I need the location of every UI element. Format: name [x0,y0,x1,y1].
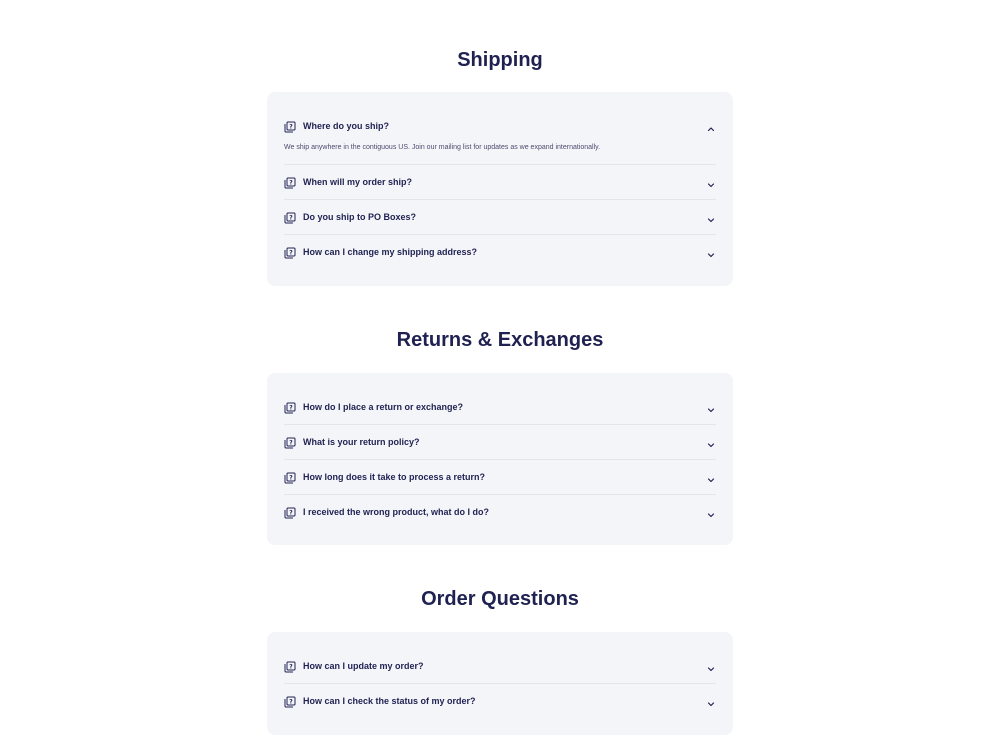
faq-question: When will my order ship? [303,177,413,187]
chevron-down-icon [706,696,716,707]
faq-answer: We ship anywhere in the contiguous US. J… [284,144,601,151]
faq-question: What is your return policy? [303,437,420,447]
svg-text:?: ? [289,249,293,256]
svg-text:?: ? [289,663,293,670]
question-cards-icon: ? [284,176,296,189]
faq-card: ? How do I place a return or exchange? ?… [267,373,733,545]
faq-item: ? How can I check the status of my order… [284,683,716,718]
question-cards-icon: ? [284,211,296,224]
svg-text:?: ? [289,509,293,516]
chevron-down-icon [706,472,716,483]
faq-item: ? How long does it take to process a ret… [284,459,716,494]
question-cards-icon: ? [284,436,296,449]
faq-item: ? Where do you ship? We ship anywhere in… [284,109,716,164]
chevron-down-icon [706,402,716,413]
faq-question: How can I update my order? [303,661,424,671]
section-title: Returns & Exchanges [396,329,604,351]
chevron-down-icon [706,212,716,223]
faq-card: ? Where do you ship? We ship anywhere in… [267,92,733,286]
faq-question-toggle[interactable]: ? I received the wrong product, what do … [284,495,716,529]
question-cards-icon: ? [284,660,296,673]
question-cards-icon: ? [284,471,296,484]
svg-text:?: ? [289,474,293,481]
faq-item: ? I received the wrong product, what do … [284,494,716,529]
faq-question-toggle[interactable]: ? When will my order ship? [284,165,716,199]
faq-question: How can I change my shipping address? [303,247,478,257]
faq-item: ? What is your return policy? [284,424,716,459]
faq-question: Where do you ship? [303,121,390,131]
faq-question-toggle[interactable]: ? What is your return policy? [284,425,716,459]
svg-text:?: ? [289,123,293,130]
faq-question: How long does it take to process a retur… [303,472,486,482]
faq-item: ? How can I change my shipping address? [284,234,716,269]
chevron-down-icon [706,177,716,188]
faq-question: I received the wrong product, what do I … [303,507,490,517]
chevron-down-icon [706,507,716,518]
chevron-down-icon [706,661,716,672]
faq-question: How do I place a return or exchange? [303,402,464,412]
faq-question-toggle[interactable]: ? How long does it take to process a ret… [284,460,716,494]
chevron-down-icon [706,247,716,258]
faq-question-toggle[interactable]: ? Do you ship to PO Boxes? [284,200,716,234]
chevron-up-icon [706,121,716,132]
svg-text:?: ? [289,179,293,186]
faq-question-toggle[interactable]: ? How can I update my order? [284,649,716,683]
faq-item: ? When will my order ship? [284,164,716,199]
faq-card: ? How can I update my order? ? How can I… [267,632,733,735]
question-cards-icon: ? [284,401,296,414]
svg-text:?: ? [289,439,293,446]
question-cards-icon: ? [284,246,296,259]
faq-item: ? Do you ship to PO Boxes? [284,199,716,234]
svg-text:?: ? [289,698,293,705]
section-title: Order Questions [421,588,579,610]
section-title: Shipping [457,49,543,71]
faq-question: How can I check the status of my order? [303,696,476,706]
question-cards-icon: ? [284,695,296,708]
faq-question-toggle[interactable]: ? How can I change my shipping address? [284,235,716,269]
faq-item: ? How do I place a return or exchange? [284,390,716,424]
faq-question-toggle[interactable]: ? Where do you ship? [284,109,716,143]
question-cards-icon: ? [284,506,296,519]
svg-text:?: ? [289,404,293,411]
chevron-down-icon [706,437,716,448]
faq-question-toggle[interactable]: ? How do I place a return or exchange? [284,390,716,424]
question-cards-icon: ? [284,120,296,133]
faq-question-toggle[interactable]: ? How can I check the status of my order… [284,684,716,718]
faq-question: Do you ship to PO Boxes? [303,212,417,222]
faq-item: ? How can I update my order? [284,649,716,683]
svg-text:?: ? [289,214,293,221]
